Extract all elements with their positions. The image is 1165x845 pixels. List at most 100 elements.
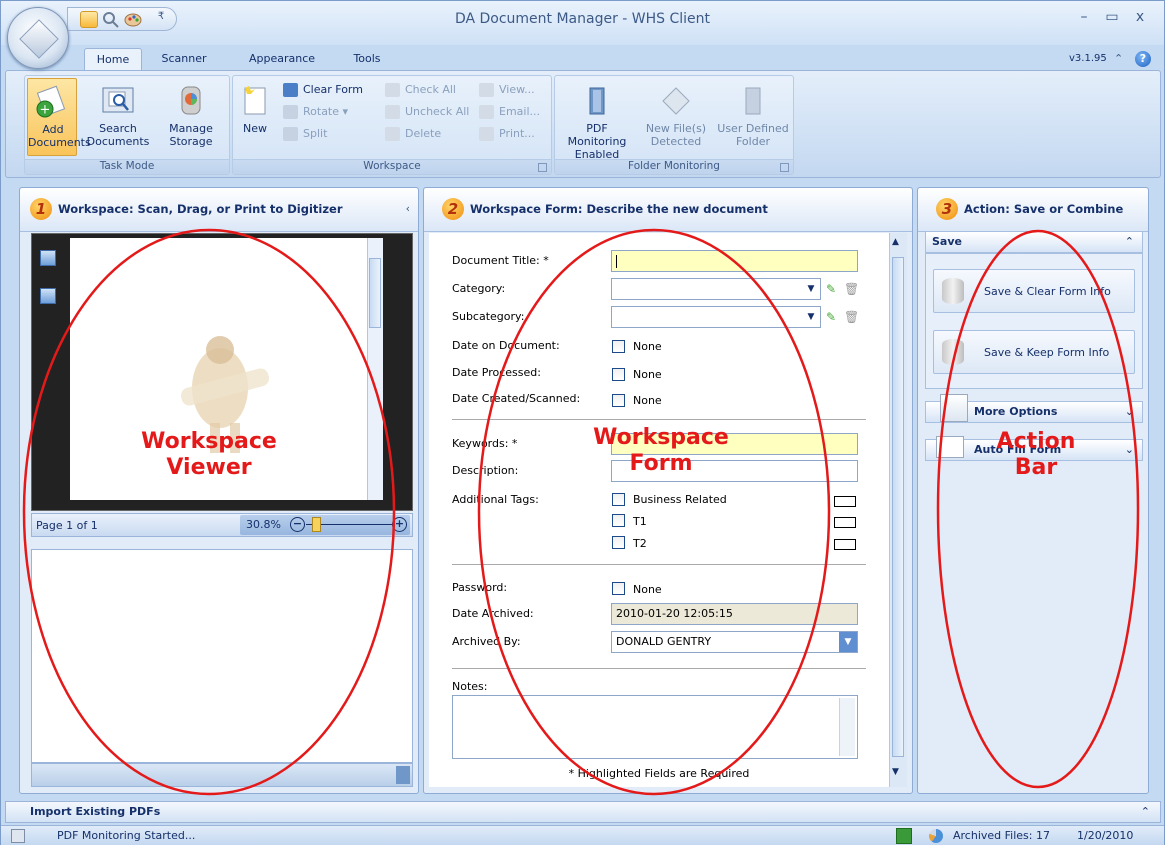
edit-subcategory-icon[interactable]: ✎ xyxy=(824,310,838,324)
viewer-scrollbar[interactable] xyxy=(367,238,383,500)
viewer-scroll-thumb[interactable] xyxy=(369,258,381,328)
save-section-label: Save xyxy=(932,235,962,248)
action-panel-title: Action: Save or Combine xyxy=(964,202,1124,216)
save-keep-form-button[interactable]: Save & Keep Form Info xyxy=(933,330,1135,374)
notes-scrollbar[interactable] xyxy=(839,698,855,756)
delete-button[interactable]: Delete xyxy=(385,124,441,144)
tag-t1-label: T1 xyxy=(633,515,647,528)
manage-storage-button[interactable]: Manage Storage xyxy=(157,78,225,156)
home-status-icon[interactable] xyxy=(896,828,912,844)
pdf-monitoring-button[interactable]: PDF Monitoring Enabled xyxy=(557,78,637,161)
new-files-icon xyxy=(659,84,693,118)
save-section-header[interactable]: Save ⌃ xyxy=(925,231,1143,253)
rotate-button[interactable]: Rotate ▾ xyxy=(283,102,348,122)
more-options-label: More Options xyxy=(974,405,1058,418)
tag-t1-color[interactable] xyxy=(834,517,856,528)
minimize-button[interactable]: – xyxy=(1071,7,1097,27)
new-document-icon xyxy=(238,84,272,118)
document-title-input[interactable] xyxy=(611,250,858,272)
folder-monitoring-group-label: Folder Monitoring xyxy=(555,159,793,174)
zoom-in-icon[interactable]: + xyxy=(392,517,407,532)
fit-page-icon[interactable] xyxy=(40,250,56,266)
import-bar-label: Import Existing PDFs xyxy=(30,805,161,818)
tag-t2-label: T2 xyxy=(633,537,647,550)
clear-form-button[interactable]: Clear Form xyxy=(283,80,363,100)
date-created-none-checkbox[interactable] xyxy=(612,394,625,407)
user-defined-folder-button[interactable]: User Defined Folder xyxy=(715,78,791,156)
help-icon[interactable]: ? xyxy=(1135,51,1151,67)
tag-business-related-color[interactable] xyxy=(834,496,856,507)
manage-storage-label: Manage Storage xyxy=(169,122,213,148)
subcategory-dropdown-icon[interactable]: ▼ xyxy=(802,307,820,327)
ribbon-collapse-icon[interactable]: ⌃ xyxy=(1114,52,1123,65)
viewer-annotation-text: Workspace Viewer xyxy=(109,429,309,481)
tag-t2-checkbox[interactable] xyxy=(612,536,625,549)
date-on-document-none-checkbox[interactable] xyxy=(612,340,625,353)
form-scroll-thumb[interactable] xyxy=(892,257,904,757)
add-documents-button[interactable]: + Add Documents xyxy=(27,78,91,156)
check-all-icon xyxy=(385,83,400,97)
save-clear-form-button[interactable]: Save & Clear Form Info xyxy=(933,269,1135,313)
user-folder-label: User Defined Folder xyxy=(717,122,789,148)
archived-by-label: Archived By: xyxy=(452,635,521,648)
tab-scanner[interactable]: Scanner xyxy=(153,48,215,70)
print-button[interactable]: Print... xyxy=(479,124,535,144)
search-documents-icon xyxy=(101,84,135,118)
check-all-button[interactable]: Check All xyxy=(385,80,456,100)
expand-import-icon[interactable]: ⌃ xyxy=(1141,802,1150,822)
uncheck-all-button[interactable]: Uncheck All xyxy=(385,102,469,122)
more-options-header[interactable]: More Options ⌄ xyxy=(925,394,1143,423)
tag-t2-color[interactable] xyxy=(834,539,856,550)
new-files-detected-button[interactable]: New File(s) Detected xyxy=(639,78,713,156)
import-existing-pdfs-bar[interactable]: Import Existing PDFs ⌃ xyxy=(5,801,1161,823)
tab-appearance[interactable]: Appearance xyxy=(239,48,325,70)
fit-width-icon[interactable] xyxy=(40,288,56,304)
close-button[interactable]: x xyxy=(1127,7,1153,27)
keywords-label: Keywords: * xyxy=(452,437,518,450)
subcategory-select[interactable]: ▼ xyxy=(611,306,821,328)
clear-form-icon xyxy=(283,83,298,97)
category-dropdown-icon[interactable]: ▼ xyxy=(802,279,820,299)
form-annotation-line2: Form xyxy=(629,451,693,476)
thumbnail-scroll-thumb[interactable] xyxy=(396,766,410,784)
delete-subcategory-icon[interactable]: 🗑 xyxy=(844,310,859,324)
tab-tools[interactable]: Tools xyxy=(345,48,389,70)
expand-options-icon[interactable]: ⌄ xyxy=(1125,402,1134,422)
workspace-launcher-icon[interactable] xyxy=(538,163,547,172)
notes-textarea[interactable] xyxy=(452,695,858,759)
archived-by-dropdown-icon[interactable]: ▼ xyxy=(839,632,857,652)
application-orb[interactable] xyxy=(7,7,69,69)
view-button[interactable]: View... xyxy=(479,80,535,100)
edit-category-icon[interactable]: ✎ xyxy=(824,282,838,296)
date-processed-none-checkbox[interactable] xyxy=(612,368,625,381)
zoom-slider-thumb[interactable] xyxy=(312,517,321,532)
search-documents-button[interactable]: Search Documents xyxy=(85,78,151,156)
maximize-button[interactable]: ▭ xyxy=(1099,7,1125,27)
tag-t1-checkbox[interactable] xyxy=(612,514,625,527)
title-bar: ₹ DA Document Manager - WHS Client – ▭ x xyxy=(1,1,1164,69)
archived-by-select[interactable]: DONALD GENTRY ▼ xyxy=(611,631,858,653)
add-documents-icon: + xyxy=(35,85,69,119)
database-icon xyxy=(942,339,964,365)
scroll-up-icon[interactable]: ▲ xyxy=(892,237,899,247)
tag-business-related-checkbox[interactable] xyxy=(612,493,625,506)
thumbnail-scrollbar[interactable] xyxy=(31,763,413,787)
category-select[interactable]: ▼ xyxy=(611,278,821,300)
delete-category-icon[interactable]: 🗑 xyxy=(844,282,859,296)
form-scrollbar[interactable]: ▲ ▼ xyxy=(889,233,907,787)
date-on-document-none-label: None xyxy=(633,340,662,353)
split-button[interactable]: Split xyxy=(283,124,327,144)
collapse-viewer-icon[interactable]: ‹ xyxy=(406,202,410,215)
scroll-down-icon[interactable]: ▼ xyxy=(892,767,899,777)
folder-monitoring-launcher-icon[interactable] xyxy=(780,163,789,172)
collapse-save-icon[interactable]: ⌃ xyxy=(1125,232,1134,252)
thumbnail-pane[interactable] xyxy=(31,549,413,763)
password-none-checkbox[interactable] xyxy=(612,582,625,595)
expand-auto-fill-icon[interactable]: ⌄ xyxy=(1125,440,1134,460)
split-label: Split xyxy=(303,127,328,140)
email-button[interactable]: Email... xyxy=(479,102,540,122)
new-button[interactable]: New xyxy=(235,78,275,156)
date-created-none-label: None xyxy=(633,394,662,407)
zoom-out-icon[interactable]: − xyxy=(290,517,305,532)
tab-home[interactable]: Home xyxy=(84,48,142,70)
